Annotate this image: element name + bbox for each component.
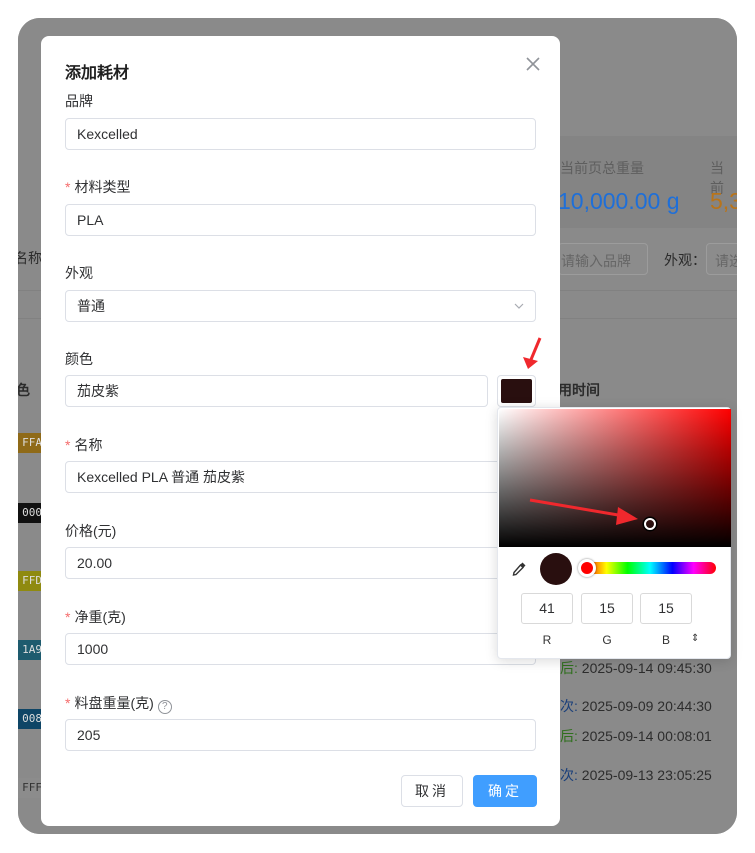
chevron-down-icon <box>514 303 524 309</box>
confirm-button[interactable]: 确定 <box>473 775 537 807</box>
format-toggle-icon[interactable]: ⇕ <box>691 633 699 644</box>
appearance-value: 普通 <box>77 298 105 314</box>
blue-value-input[interactable]: 15 <box>640 593 692 624</box>
color-chip: FFF <box>18 778 42 798</box>
eyedropper-icon[interactable] <box>510 560 528 578</box>
hue-slider-thumb[interactable] <box>578 559 596 577</box>
spool-weight-label: * 料盘重量(克)? <box>65 693 172 714</box>
color-chip: 008 <box>18 709 42 729</box>
red-value-input[interactable]: 41 <box>521 593 573 624</box>
color-cursor[interactable] <box>644 518 656 530</box>
stats-card: 当前页总重量 10,000.00 g 当前 5,3 <box>538 136 737 228</box>
col-header-color: 色 <box>18 382 30 398</box>
table-row: 次: 2025-09-09 20:44:30 <box>560 698 712 714</box>
current-color-preview <box>540 553 572 585</box>
color-swatch <box>501 379 532 403</box>
brand-input[interactable]: Kexcelled <box>65 118 536 150</box>
dialog-title: 添加耗材 <box>65 65 130 82</box>
stat2-value: 5,3 <box>710 188 737 214</box>
spool-weight-input[interactable]: 205 <box>65 719 536 751</box>
filter-name-label: 名称 <box>18 250 42 266</box>
cancel-button[interactable]: 取消 <box>401 775 463 807</box>
appearance-select[interactable]: 普通 <box>65 290 536 322</box>
blue-label: B <box>661 633 670 647</box>
close-icon[interactable] <box>523 54 543 74</box>
brand-filter-input[interactable]: 请输入品牌 <box>558 243 648 275</box>
color-label: 颜色 <box>65 351 93 367</box>
col-header-time: 用时间 <box>558 382 600 398</box>
color-picker-panel: 41 15 15 R G B ⇕ <box>497 407 731 659</box>
table-row: 后: 2025-09-14 00:08:01 <box>560 728 712 744</box>
color-name-input[interactable]: 茄皮紫 <box>65 375 488 407</box>
net-weight-label: * 净重(克) <box>65 609 126 625</box>
material-type-input[interactable]: PLA <box>65 204 536 236</box>
annotation-arrow-icon <box>523 337 542 369</box>
color-chip: FFD <box>18 571 42 591</box>
material-type-label: * 材料类型 <box>65 179 131 195</box>
net-weight-input[interactable]: 1000 <box>65 633 536 665</box>
annotation-arrow-icon <box>529 498 638 525</box>
color-chip: 000 <box>18 503 42 523</box>
add-filament-dialog: 添加耗材 品牌 Kexcelled * 材料类型 PLA 外观 普通 颜色 茄皮紫… <box>41 36 560 826</box>
red-label: R <box>542 633 552 647</box>
price-input[interactable]: 20.00 <box>65 547 536 579</box>
question-circle-icon[interactable]: ? <box>157 700 172 714</box>
color-chip: 1A9 <box>18 640 42 660</box>
color-swatch-button[interactable] <box>497 375 536 407</box>
price-label: 价格(元) <box>65 523 117 539</box>
table-row: 后: 2025-09-14 09:45:30 <box>560 660 712 676</box>
color-chip: FFA <box>18 433 42 453</box>
stat-total-weight-label: 当前页总重量 <box>560 160 644 176</box>
brand-label: 品牌 <box>65 93 93 109</box>
stat-total-weight-value: 10,000.00 g <box>558 188 680 214</box>
appearance-label: 外观 <box>65 265 93 281</box>
name-input[interactable]: Kexcelled PLA 普通 茄皮紫 <box>65 461 536 493</box>
table-row: 次: 2025-09-13 23:05:25 <box>560 767 712 783</box>
name-label: * 名称 <box>65 437 103 453</box>
appearance-filter-label: 外观： <box>664 252 706 268</box>
appearance-filter-select[interactable]: 请选 <box>706 243 737 275</box>
green-label: G <box>602 633 612 647</box>
hue-slider[interactable] <box>584 562 716 574</box>
green-value-input[interactable]: 15 <box>581 593 633 624</box>
